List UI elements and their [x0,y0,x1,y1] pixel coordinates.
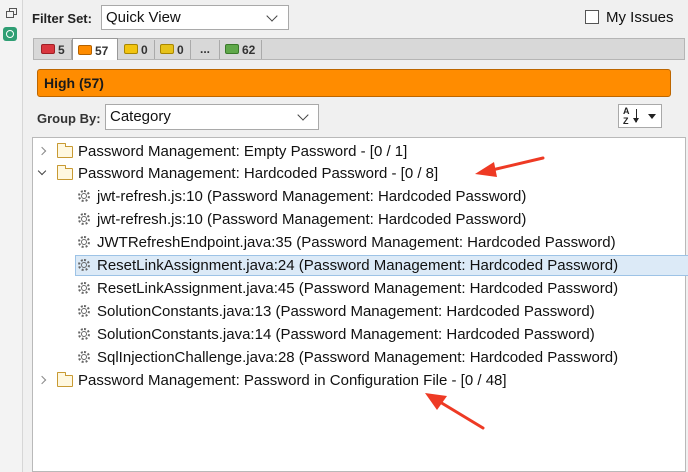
sort-az-icon: AZ [623,106,630,126]
tab-count: 57 [95,44,109,58]
priority-tabs: 5 57 0 0 ... 62 [33,38,685,60]
expand-chevron-icon[interactable] [37,146,47,156]
medium-swatch-icon [124,44,138,54]
issue-gear-icon [78,328,90,340]
tree-group-label: Password Management: Hardcoded Password … [78,165,439,182]
priority-header-label: High (57) [44,75,104,91]
expand-chevron-icon[interactable] [37,375,47,385]
sort-arrow-icon [633,109,639,123]
dropdown-triangle-icon[interactable] [648,114,656,119]
group-by-value: Category [110,108,171,125]
left-toolbar [0,0,23,472]
all-swatch-icon [225,44,239,54]
tab-critical[interactable]: 5 [36,40,72,59]
tree-issue-row[interactable]: SolutionConstants.java:14 (Password Mana… [33,324,685,346]
tree-issue-label: ResetLinkAssignment.java:45 (Password Ma… [97,280,619,297]
tree-issue-label: jwt-refresh.js:10 (Password Management: … [97,211,527,228]
group-by-label: Group By: [37,111,101,126]
tab-more-label: ... [199,42,210,56]
issue-gear-icon [78,351,90,363]
filter-set-label: Filter Set: [32,11,92,26]
tree-issue-row[interactable]: jwt-refresh.js:10 (Password Management: … [33,186,685,208]
tree-issue-label: jwt-refresh.js:10 (Password Management: … [97,188,527,205]
folder-icon [57,165,73,180]
collapse-chevron-icon[interactable] [37,166,47,176]
tab-count: 5 [58,43,65,57]
tree-issue-label: SolutionConstants.java:13 (Password Mana… [97,303,595,320]
priority-header-bar: High (57) [37,69,671,97]
tree-issue-label: ResetLinkAssignment.java:24 (Password Ma… [97,257,619,274]
tree-issue-row[interactable]: SolutionConstants.java:13 (Password Mana… [33,301,685,323]
tree-issue-row-selected[interactable]: ResetLinkAssignment.java:24 (Password Ma… [33,255,688,277]
high-swatch-icon [78,45,92,55]
tree-group-row[interactable]: Password Management: Hardcoded Password … [33,163,685,185]
issue-gear-icon [78,190,90,202]
folder-icon [57,143,73,158]
restore-window-icon[interactable] [6,8,17,18]
filter-set-value: Quick View [106,9,181,26]
tree-issue-row[interactable]: jwt-refresh.js:10 (Password Management: … [33,209,685,231]
tree-issue-row[interactable]: ResetLinkAssignment.java:45 (Password Ma… [33,278,685,300]
tab-count: 62 [242,43,256,57]
filter-set-dropdown[interactable]: Quick View [101,5,289,30]
issue-gear-icon [78,236,90,248]
issue-gear-icon [78,259,90,271]
tab-count: 0 [141,43,148,57]
group-by-dropdown[interactable]: Category [105,104,319,130]
tree-issue-label: JWTRefreshEndpoint.java:35 (Password Man… [97,234,616,251]
my-issues-checkbox[interactable] [585,10,599,24]
issue-tree: Password Management: Empty Password - [0… [32,137,688,472]
critical-swatch-icon [41,44,55,54]
tree-group-row[interactable]: Password Management: Empty Password - [0… [33,141,685,163]
tree-issue-row[interactable]: SqlInjectionChallenge.java:28 (Password … [33,347,685,369]
issue-gear-icon [78,213,90,225]
tab-medium[interactable]: 0 [119,40,155,59]
issue-gear-icon [78,305,90,317]
tab-more[interactable]: ... [191,40,220,59]
tree-issue-label: SqlInjectionChallenge.java:28 (Password … [97,349,619,366]
low-swatch-icon [160,44,174,54]
tab-low[interactable]: 0 [155,40,191,59]
tab-high[interactable]: 57 [72,38,118,60]
tab-count: 0 [177,43,184,57]
tree-group-label: Password Management: Password in Configu… [78,372,507,389]
issue-gear-icon [78,282,90,294]
chevron-down-icon [266,10,278,22]
chevron-down-icon [297,109,309,121]
tab-all[interactable]: 62 [220,40,262,59]
tree-issue-row[interactable]: JWTRefreshEndpoint.java:35 (Password Man… [33,232,685,254]
tree-group-row[interactable]: Password Management: Password in Configu… [33,370,685,392]
tree-issue-label: SolutionConstants.java:14 (Password Mana… [97,326,595,343]
tree-group-label: Password Management: Empty Password - [0… [78,143,408,160]
my-issues-label: My Issues [606,9,674,26]
sort-order-button[interactable]: AZ [618,104,662,128]
folder-icon [57,372,73,387]
plugin-icon[interactable] [3,27,17,41]
